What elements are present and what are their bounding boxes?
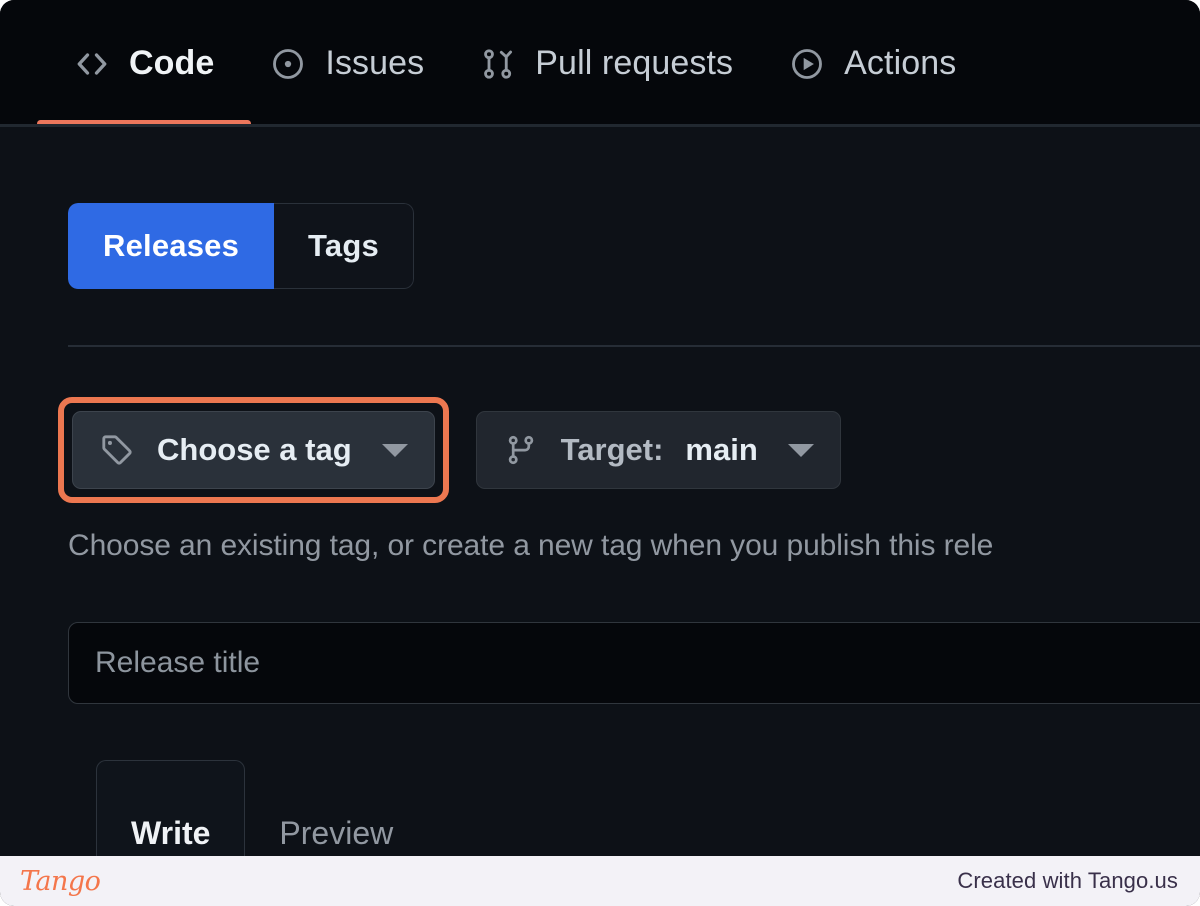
- tag-icon: [99, 432, 135, 468]
- segment-tags[interactable]: Tags: [274, 203, 414, 289]
- target-branch-button[interactable]: Target: main: [475, 411, 841, 489]
- segment-releases[interactable]: Releases: [68, 203, 275, 289]
- nav-item-issues[interactable]: Issues: [242, 0, 452, 127]
- choose-a-tag-label: Choose a tag: [157, 432, 352, 467]
- github-new-release-screen: Code Issues Pull requests Actions Releas…: [0, 0, 1200, 906]
- tango-logo: Tango: [20, 865, 101, 897]
- nav-item-pull-requests[interactable]: Pull requests: [452, 0, 761, 127]
- repo-nav: Code Issues Pull requests Actions: [0, 0, 1200, 127]
- target-value-label: main: [685, 432, 758, 467]
- choose-a-tag-button[interactable]: Choose a tag: [72, 411, 435, 489]
- release-title-input[interactable]: [68, 622, 1200, 704]
- git-branch-icon: [503, 432, 539, 468]
- nav-item-label: Actions: [844, 44, 957, 82]
- nav-item-actions[interactable]: Actions: [761, 0, 984, 127]
- nav-item-code[interactable]: Code: [37, 0, 252, 127]
- nav-bottom-rule: [0, 124, 1200, 127]
- play-icon: [789, 46, 825, 82]
- tag-target-row: Choose a tag Target: main: [58, 397, 841, 503]
- created-with-tango-label: Created with Tango.us: [957, 868, 1178, 893]
- nav-item-label: Issues: [325, 44, 425, 82]
- nav-item-label: Code: [129, 44, 215, 82]
- chevron-down-icon: [787, 443, 814, 457]
- nav-item-label: Pull requests: [535, 44, 734, 82]
- git-pull-request-icon: [480, 46, 516, 82]
- issue-opened-icon: [270, 46, 306, 82]
- choose-tag-highlight-ring: Choose a tag: [58, 397, 449, 503]
- code-icon: [74, 46, 110, 82]
- repo-nav-items: Code Issues Pull requests Actions: [0, 0, 1200, 127]
- tango-footer: Tango Created with Tango.us: [0, 856, 1200, 906]
- releases-tags-segmented-control: Releases Tags: [68, 203, 414, 289]
- target-prefix-label: Target:: [560, 432, 664, 467]
- tag-helper-text: Choose an existing tag, or create a new …: [68, 529, 994, 562]
- section-divider: [68, 345, 1200, 347]
- chevron-down-icon: [381, 443, 408, 457]
